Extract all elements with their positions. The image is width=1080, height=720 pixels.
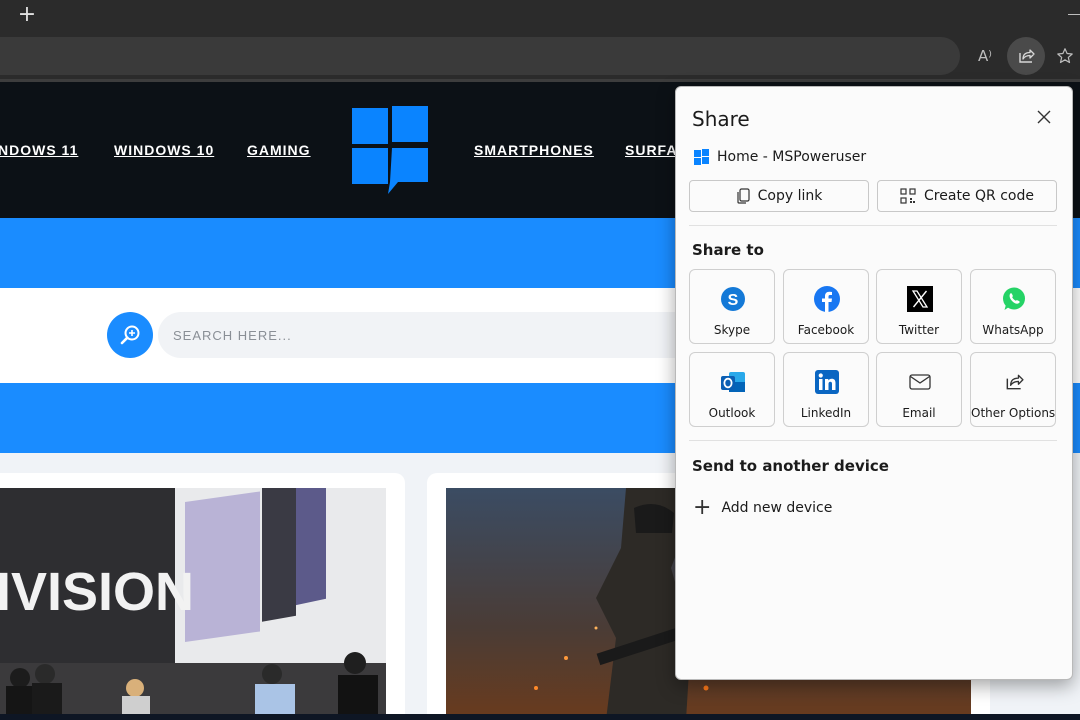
read-aloud-icon[interactable]: A⁾ [966,37,1004,75]
svg-text:S: S [728,292,739,309]
nav-link-gaming[interactable]: GAMING [247,142,311,158]
search-input[interactable]: SEARCH HERE... [158,312,718,358]
address-bar[interactable] [0,37,960,75]
shared-page-title: Home - MSPoweruser [717,149,867,165]
share-target-label: Other Options [971,406,1056,420]
share-target-label: Email [902,406,936,420]
create-qr-code-button[interactable]: Create QR code [877,180,1057,212]
send-to-device-heading: Send to another device [692,457,889,475]
nav-link-smartphones[interactable]: SMARTPHONES [474,142,594,158]
copy-link-button[interactable]: Copy link [689,180,869,212]
share-target-facebook[interactable]: Facebook [783,269,869,344]
new-tab-button[interactable]: + [16,4,38,27]
share-target-email[interactable]: Email [876,352,962,427]
copy-icon [737,188,750,204]
share-target-label: Twitter [898,323,940,337]
share-target-label: WhatsApp [982,323,1044,337]
share-flyout: Share Home - MSPoweruser Copy link Creat… [675,86,1073,680]
minimize-button[interactable] [1068,14,1080,15]
share-target-outlook[interactable]: Outlook [689,352,775,427]
outlook-icon [721,372,745,392]
share-to-heading: Share to [692,241,764,259]
close-icon[interactable] [1034,107,1054,127]
search-zoom-icon [120,325,140,345]
facebook-icon [814,286,840,312]
share-target-whatsapp[interactable]: WhatsApp [970,269,1056,344]
site-favicon-icon [694,149,709,165]
share-target-skype[interactable]: S Skype [689,269,775,344]
plus-icon: + [693,495,712,520]
share-out-icon [1006,374,1024,390]
whatsapp-icon [1003,287,1025,310]
article-image-activision-office[interactable]: IVISION [0,488,386,720]
nav-link-surface[interactable]: SURFA [625,142,677,158]
share-icon[interactable] [1007,37,1045,75]
activision-wordmark: IVISION [0,562,194,622]
divider [689,440,1057,441]
linkedin-icon [815,370,839,394]
search-button[interactable] [107,312,153,358]
share-target-label: Outlook [708,406,756,420]
share-target-label: LinkedIn [800,406,852,420]
x-twitter-icon [907,286,933,312]
add-new-device-label: Add new device [721,500,833,516]
share-target-other-options[interactable]: Other Options [970,352,1056,427]
skype-icon: S [721,287,745,311]
browser-toolbar: A⁾ [0,33,1080,79]
email-icon [909,374,931,390]
tab-strip: + [0,0,1080,33]
create-qr-code-label: Create QR code [924,188,1034,204]
qr-code-icon [900,188,916,204]
shared-page-info: Home - MSPoweruser [694,149,866,165]
nav-link-windows-11[interactable]: NDOWS 11 [0,142,78,158]
share-title: Share [692,107,750,131]
add-new-device-button[interactable]: + Add new device [693,495,833,520]
share-target-linkedin[interactable]: LinkedIn [783,352,869,427]
favorite-star-icon[interactable] [1046,37,1080,75]
divider [689,225,1057,226]
share-target-twitter[interactable]: Twitter [876,269,962,344]
site-logo[interactable] [352,106,428,194]
share-target-label: Facebook [797,323,855,337]
copy-link-label: Copy link [757,188,823,204]
nav-link-windows-10[interactable]: WINDOWS 10 [114,142,214,158]
taskbar-edge [0,714,1080,720]
share-target-label: Skype [713,323,751,337]
